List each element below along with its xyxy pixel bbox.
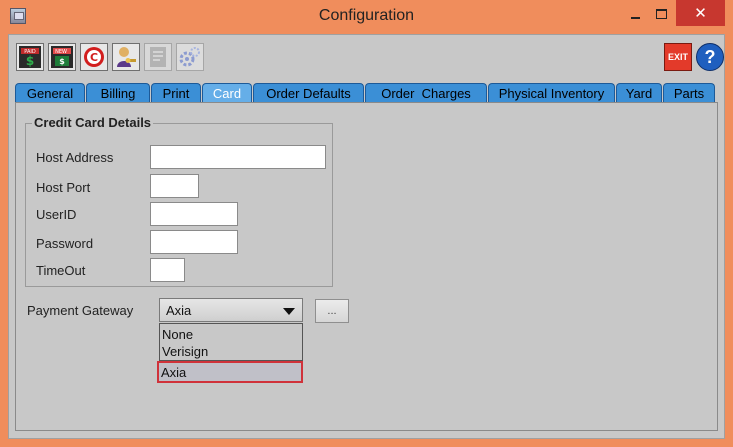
exit-button[interactable]: EXIT	[664, 43, 692, 71]
payment-gateway-select[interactable]: Axia	[159, 298, 303, 322]
tab-label: General	[26, 85, 74, 101]
option-axia: Axia	[161, 365, 187, 380]
tab-strip: General Billing Print Card Order Default…	[15, 83, 719, 103]
tab-order-charges[interactable]: Order Charges	[365, 83, 487, 102]
maximize-button[interactable]	[646, 0, 676, 28]
tab-label: Order Charges	[381, 85, 471, 101]
paid-dollar-icon: PAID $	[19, 46, 41, 68]
host-address-label: Host Address	[36, 150, 114, 165]
host-port-label: Host Port	[36, 180, 91, 195]
settings-button[interactable]	[176, 43, 204, 71]
tab-label: Card	[212, 85, 242, 101]
user-key-button[interactable]	[112, 43, 140, 71]
tab-general[interactable]: General	[15, 83, 85, 102]
help-button[interactable]: ?	[696, 43, 724, 71]
host-port-input[interactable]	[150, 174, 199, 198]
chevron-down-icon	[283, 308, 295, 315]
tab-label: Print	[162, 85, 190, 101]
copyright-c-icon: C	[84, 47, 104, 67]
disabled-document-icon	[150, 47, 166, 67]
title-bar[interactable]: Configuration ✕	[0, 0, 733, 34]
groupbox-title: Credit Card Details	[32, 115, 154, 130]
paid-button[interactable]: PAID $	[16, 43, 44, 71]
host-address-input[interactable]	[150, 145, 326, 169]
option-verisign[interactable]: Verisign	[162, 344, 208, 359]
document-button[interactable]	[144, 43, 172, 71]
svg-text:C: C	[90, 51, 98, 64]
user-key-icon	[117, 47, 136, 67]
exit-icon: EXIT	[667, 52, 688, 62]
tab-order-defaults[interactable]: Order Defaults	[253, 83, 364, 102]
userid-label: UserID	[36, 207, 77, 222]
userid-input[interactable]	[150, 202, 238, 226]
timeout-label: TimeOut	[36, 263, 86, 278]
configuration-window: Configuration ✕ PAID $ NEW $ C EXIT ? Ge…	[0, 0, 733, 447]
maximize-icon	[655, 9, 667, 19]
tab-label: Physical Inventory	[498, 85, 605, 101]
gateway-dropdown-list: None Verisign	[159, 323, 303, 361]
password-label: Password	[36, 236, 94, 251]
gateway-more-button[interactable]: ...	[315, 299, 349, 323]
minimize-icon	[630, 17, 640, 19]
new-invoice-icon: NEW $	[51, 46, 73, 68]
svg-text:NEW: NEW	[55, 49, 67, 55]
tab-label: Yard	[625, 85, 653, 101]
close-button[interactable]: ✕	[676, 0, 725, 26]
tab-physical-inventory[interactable]: Physical Inventory	[488, 83, 615, 102]
tab-card[interactable]: Card	[202, 83, 252, 102]
tab-yard[interactable]: Yard	[616, 83, 662, 102]
option-axia-highlighted[interactable]: Axia	[157, 361, 303, 383]
password-input[interactable]	[150, 230, 238, 254]
tab-label: Billing	[100, 85, 136, 101]
help-icon: ?	[704, 46, 716, 67]
card-tab-panel: Credit Card Details Host Address Host Po…	[15, 102, 718, 431]
svg-text:$: $	[59, 57, 65, 66]
toolbar: PAID $ NEW $ C EXIT ?	[9, 35, 724, 79]
settings-gear-icon	[179, 47, 200, 67]
customer-button[interactable]: C	[80, 43, 108, 71]
payment-gateway-label: Payment Gateway	[27, 303, 134, 318]
tab-label: Order Defaults	[266, 85, 351, 101]
client-area: PAID $ NEW $ C EXIT ? General Billing Pr…	[8, 34, 725, 439]
close-icon: ✕	[694, 5, 707, 22]
new-invoice-button[interactable]: NEW $	[48, 43, 76, 71]
tab-label: Parts	[673, 85, 705, 101]
selected-gateway: Axia	[166, 303, 192, 318]
option-none[interactable]: None	[162, 327, 193, 342]
tab-billing[interactable]: Billing	[86, 83, 150, 102]
svg-text:$: $	[26, 54, 34, 68]
timeout-input[interactable]	[150, 258, 185, 282]
tab-print[interactable]: Print	[151, 83, 201, 102]
tab-parts[interactable]: Parts	[663, 83, 715, 102]
